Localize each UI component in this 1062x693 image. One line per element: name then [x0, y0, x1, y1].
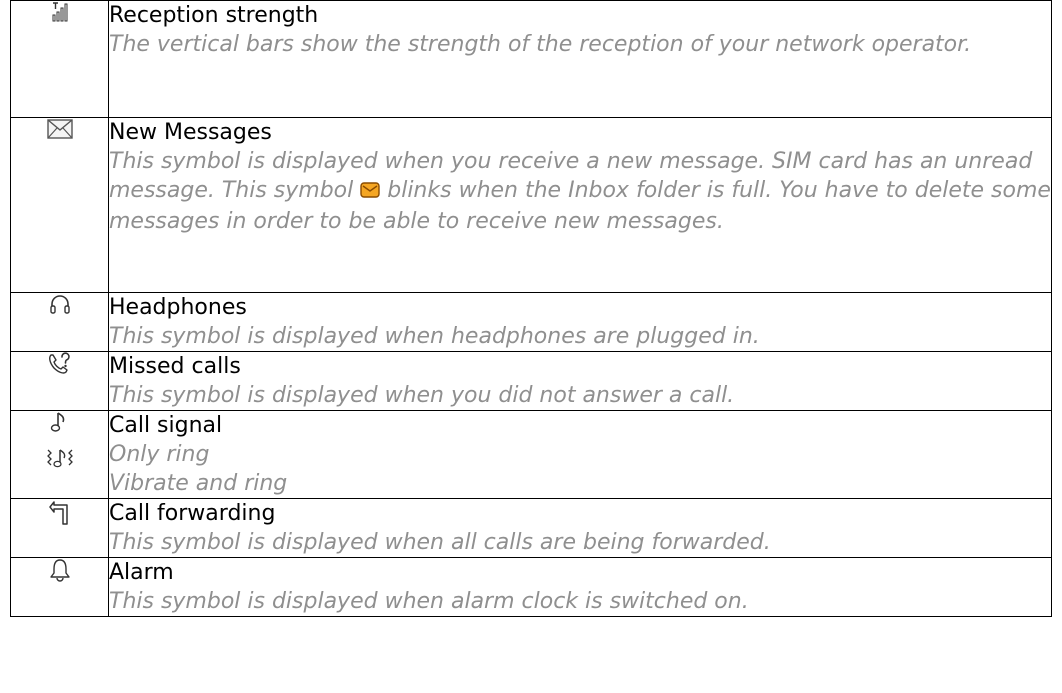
- row-description-line: Vibrate and ring: [109, 471, 288, 496]
- call-forward-icon: [46, 499, 74, 525]
- text-cell: New Messages This symbol is displayed wh…: [108, 117, 1052, 293]
- headphones-icon: [49, 294, 71, 314]
- table-row: Missed calls This symbol is displayed wh…: [10, 351, 1052, 411]
- icon-cell: [10, 0, 109, 118]
- text-cell: Call signal Only ring Vibrate and ring: [108, 410, 1052, 499]
- text-cell: Alarm This symbol is displayed when alar…: [108, 557, 1052, 617]
- text-cell: Missed calls This symbol is displayed wh…: [108, 351, 1052, 411]
- table-row: Call forwarding This symbol is displayed…: [10, 498, 1052, 558]
- row-title: Call signal: [109, 413, 223, 438]
- row-description: The vertical bars show the strength of t…: [109, 32, 972, 57]
- envelope-icon: [46, 118, 73, 139]
- icon-cell: [10, 117, 109, 293]
- table-row: Reception strength The vertical bars sho…: [10, 0, 1052, 118]
- row-title: Reception strength: [109, 3, 319, 28]
- orange-envelope-icon: [360, 178, 380, 207]
- icon-cell: [10, 292, 109, 352]
- icon-cell: [10, 498, 109, 558]
- signal-strength-icon: [52, 1, 68, 22]
- symbols-table: Reception strength The vertical bars sho…: [10, 0, 1052, 617]
- text-cell: Reception strength The vertical bars sho…: [108, 0, 1052, 118]
- row-description: This symbol is displayed when you receiv…: [109, 147, 1051, 236]
- bell-icon: [49, 558, 71, 584]
- icon-cell: [10, 351, 109, 411]
- icon-cell: [10, 557, 109, 617]
- row-description: This symbol is displayed when headphones…: [109, 324, 760, 349]
- row-description: This symbol is displayed when all calls …: [109, 530, 771, 555]
- music-note-icon: [50, 411, 70, 433]
- row-title: Alarm: [109, 560, 174, 585]
- row-description: This symbol is displayed when you did no…: [109, 383, 735, 408]
- row-title: Headphones: [109, 295, 247, 320]
- text-cell: Call forwarding This symbol is displayed…: [108, 498, 1052, 558]
- table-row: New Messages This symbol is displayed wh…: [10, 117, 1052, 293]
- row-description: This symbol is displayed when alarm cloc…: [109, 589, 749, 614]
- row-title: Call forwarding: [109, 501, 276, 526]
- table-row: Alarm This symbol is displayed when alar…: [10, 557, 1052, 617]
- row-title: Missed calls: [109, 354, 241, 379]
- table-row: Call signal Only ring Vibrate and ring: [10, 410, 1052, 499]
- text-cell: Headphones This symbol is displayed when…: [108, 292, 1052, 352]
- icon-cell: [10, 410, 109, 499]
- row-description-line: Only ring: [109, 442, 210, 467]
- vibrate-ring-icon: [45, 447, 75, 469]
- table-row: Headphones This symbol is displayed when…: [10, 292, 1052, 352]
- missed-call-icon: [47, 352, 73, 376]
- row-title: New Messages: [109, 120, 272, 145]
